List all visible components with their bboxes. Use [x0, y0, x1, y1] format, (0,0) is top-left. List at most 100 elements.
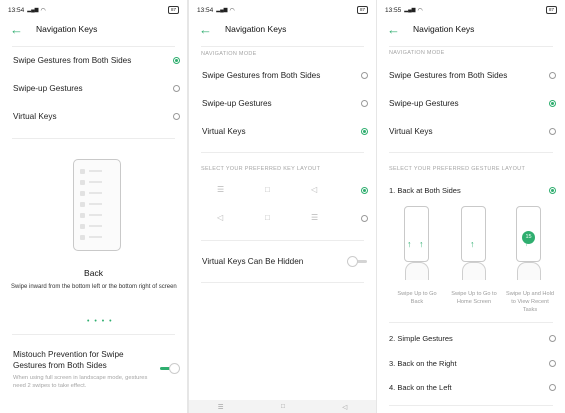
radio-gesture-layout-1[interactable]: [549, 187, 556, 194]
back-arrow-icon[interactable]: ←: [10, 23, 26, 36]
header: ← Navigation Keys: [0, 18, 187, 40]
radio-swipe-up[interactable]: [173, 85, 180, 92]
radio-virtual-keys[interactable]: [173, 113, 180, 120]
hand-icon: [462, 262, 486, 280]
radio-swipe-up[interactable]: [549, 100, 556, 107]
signal-icon: ▂▄▆: [404, 7, 416, 13]
preview-line: [80, 213, 114, 218]
status-bar: 13:54 ▂▄▆ ◠ 87: [197, 4, 368, 16]
caption-home: Swipe Up to Go to Home Screen: [451, 291, 497, 305]
mistouch-title: Mistouch Prevention for Swipe Gestures f…: [13, 350, 124, 370]
status-bar: 13:54 ▂▄▆ ◠ 87: [8, 4, 179, 16]
option-swipe-up[interactable]: Swipe-up Gestures: [202, 99, 376, 108]
gesture-layout-2[interactable]: 2. Simple Gestures: [389, 334, 565, 343]
arrow-up-icon: ↑: [470, 239, 475, 249]
illustration-back: ↑ ↑: [404, 206, 429, 262]
radio-swipe-both-sides[interactable]: [549, 72, 556, 79]
signal-icon: ▂▄▆: [27, 7, 39, 13]
option-label: Swipe Gestures from Both Sides: [389, 71, 508, 80]
option-virtual-keys[interactable]: Virtual Keys: [389, 127, 565, 136]
section-navigation-mode: NAVIGATION MODE: [389, 50, 445, 56]
screen-swipe-up-gestures: 13:55 ▂▄▆ ◠ 87 ← Navigation Keys NAVIGAT…: [377, 0, 565, 413]
option-label: Swipe-up Gestures: [389, 99, 459, 108]
screen-swipe-both-sides: 13:54 ▂▄▆ ◠ 87 ← Navigation Keys Swipe G…: [0, 0, 187, 413]
option-label: 2. Simple Gestures: [389, 334, 453, 343]
radio-gesture-layout-3[interactable]: [549, 360, 556, 367]
signal-icon: ▂▄▆: [216, 7, 228, 13]
divider: [389, 322, 553, 323]
home-square-icon: □: [265, 185, 270, 194]
clock: 13:55: [385, 6, 402, 14]
option-label: Swipe Gestures from Both Sides: [202, 71, 321, 80]
mistouch-description: When using full screen in landscape mode…: [13, 375, 148, 389]
preview-line: [80, 191, 114, 196]
radio-swipe-both-sides[interactable]: [173, 57, 180, 64]
preview-line: [80, 202, 114, 207]
radio-key-layout-2[interactable]: [361, 215, 368, 222]
preview-line: [80, 180, 114, 185]
caption-recent: Swipe Up and Hold to View Recent Tasks: [506, 291, 554, 313]
radio-swipe-up[interactable]: [361, 100, 368, 107]
option-label: Swipe Gestures from Both Sides: [13, 56, 132, 65]
divider: [12, 334, 175, 335]
section-navigation-mode: NAVIGATION MODE: [201, 51, 257, 57]
divider: [201, 152, 364, 153]
clock: 13:54: [8, 6, 25, 14]
pager-dots[interactable]: • • • •: [87, 318, 113, 325]
system-nav-bar: ☰ □ ◁: [189, 400, 376, 413]
option-swipe-up[interactable]: Swipe-up Gestures: [13, 84, 187, 93]
option-virtual-keys[interactable]: Virtual Keys: [202, 127, 376, 136]
toggle-knob: [347, 256, 358, 267]
status-bar: 13:55 ▂▄▆ ◠ 87: [385, 4, 557, 16]
menu-icon: ☰: [311, 213, 319, 222]
menu-icon[interactable]: ☰: [218, 403, 224, 411]
page-title: Navigation Keys: [413, 24, 475, 34]
option-virtual-keys[interactable]: Virtual Keys: [13, 112, 187, 121]
section-gesture-layout: SELECT YOUR PREFERRED GESTURE LAYOUT: [389, 166, 526, 172]
arrow-up-icon: ↑: [419, 239, 424, 249]
option-label: 3. Back on the Right: [389, 359, 457, 368]
option-label: 1. Back at Both Sides: [389, 186, 461, 195]
radio-gesture-layout-2[interactable]: [549, 335, 556, 342]
radio-virtual-keys[interactable]: [549, 128, 556, 135]
option-label: Virtual Keys: [202, 127, 246, 136]
arrow-up-icon: ↑: [407, 239, 412, 249]
back-triangle-icon[interactable]: ◁: [342, 403, 347, 411]
battery-icon: 87: [167, 6, 179, 14]
option-swipe-both-sides[interactable]: Swipe Gestures from Both Sides: [389, 71, 565, 80]
option-label: Swipe-up Gestures: [202, 99, 272, 108]
option-label: Virtual Keys: [389, 127, 433, 136]
illustration-recent: 15 ↑: [516, 206, 541, 262]
divider: [201, 282, 364, 283]
home-square-icon[interactable]: □: [281, 403, 285, 410]
menu-icon: ☰: [217, 185, 225, 194]
clock: 13:54: [197, 6, 214, 14]
header: ← Navigation Keys: [189, 18, 376, 40]
divider: [389, 152, 553, 153]
keys-hidden-toggle[interactable]: [347, 256, 367, 267]
back-arrow-icon[interactable]: ←: [199, 23, 215, 36]
wifi-icon: ◠: [229, 7, 235, 14]
back-arrow-icon[interactable]: ←: [387, 23, 403, 36]
option-swipe-both-sides[interactable]: Swipe Gestures from Both Sides: [13, 56, 187, 65]
option-swipe-up[interactable]: Swipe-up Gestures: [389, 99, 565, 108]
divider: [389, 405, 553, 406]
gesture-layout-4[interactable]: 4. Back on the Left: [389, 383, 565, 392]
radio-gesture-layout-4[interactable]: [549, 384, 556, 391]
hold-timer-badge: 15: [522, 231, 535, 244]
section-key-layout: SELECT YOUR PREFERRED KEY LAYOUT: [201, 166, 321, 172]
radio-key-layout-1[interactable]: [361, 187, 368, 194]
gesture-layout-1[interactable]: 1. Back at Both Sides: [389, 186, 565, 195]
back-triangle-icon: ◁: [311, 185, 318, 194]
illustration-home: ↑: [461, 206, 486, 262]
preview-description: Swipe inward from the bottom left or the…: [11, 284, 177, 290]
radio-virtual-keys[interactable]: [361, 128, 368, 135]
caption-back: Swipe Up to Go Back: [397, 291, 437, 305]
page-title: Navigation Keys: [36, 24, 98, 34]
option-swipe-both-sides[interactable]: Swipe Gestures from Both Sides: [202, 71, 376, 80]
option-label: Virtual Keys Can Be Hidden: [202, 257, 304, 266]
mistouch-toggle[interactable]: [160, 363, 180, 374]
gesture-layout-3[interactable]: 3. Back on the Right: [389, 359, 565, 368]
page-title: Navigation Keys: [225, 24, 287, 34]
radio-swipe-both-sides[interactable]: [361, 72, 368, 79]
